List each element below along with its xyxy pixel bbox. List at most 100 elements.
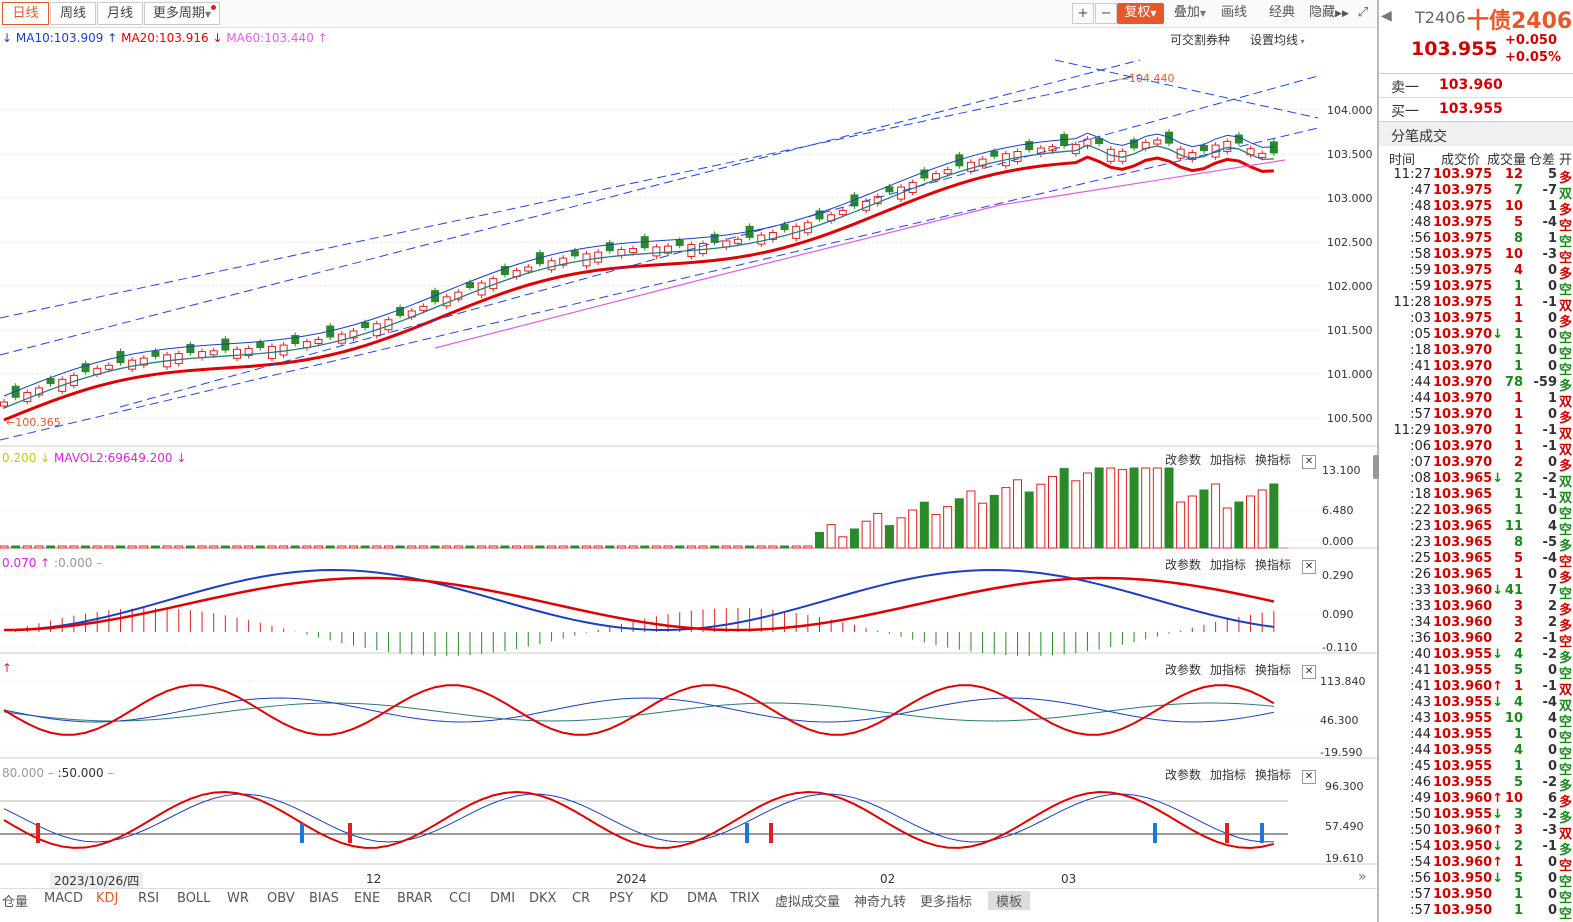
hide-button[interactable]: 隐藏▶▶ (1306, 3, 1352, 24)
tab-14[interactable]: PSY (609, 891, 633, 906)
fullscreen-icon[interactable]: ⤢ (1354, 3, 1372, 24)
y-tick-label: 19.610 (1325, 852, 1364, 865)
tab-1[interactable]: MACD (44, 891, 83, 906)
period-month-button[interactable]: 月线 (97, 2, 143, 25)
tick-oi: 5 (1547, 167, 1557, 182)
tick-oi: 2 (1547, 599, 1557, 614)
scroll-right-icon[interactable]: » (1358, 869, 1367, 885)
tick-row: :33 103.960↓ 41 7 空 (1379, 583, 1573, 602)
tab-19[interactable]: 神奇九转 (854, 891, 906, 910)
tick-row: :03 103.975 1 0 多 (1379, 311, 1573, 330)
tick-time: 11:27 (1393, 167, 1431, 182)
tick-price-value: 103.975 (1433, 263, 1493, 278)
tab-18[interactable]: 虚拟成交量 (775, 891, 840, 910)
tab-0[interactable]: 仓量 (2, 891, 28, 910)
overlay-button[interactable]: 叠加▼ (1168, 3, 1212, 24)
tab-21[interactable]: 模板 (988, 891, 1031, 910)
zoom-in-button[interactable]: + (1072, 3, 1094, 24)
tick-price: 103.955 (1433, 663, 1492, 678)
tab-4[interactable]: BOLL (177, 891, 210, 906)
tab-6[interactable]: OBV (267, 891, 295, 906)
tick-row: :43 103.955 10 4 空 (1379, 711, 1573, 730)
volume-bar (325, 545, 335, 549)
classic-button[interactable]: 经典 (1264, 3, 1300, 24)
col-volume: 成交量 (1487, 153, 1527, 168)
tick-oi: 0 (1547, 855, 1557, 870)
tick-volume: 4 (1513, 263, 1523, 278)
candle (337, 333, 346, 344)
tick-price-value: 103.970 (1433, 423, 1493, 438)
collapse-left-icon[interactable]: ◀ (1381, 8, 1392, 24)
volume-bar (11, 545, 21, 549)
down-arrow-icon: ↓ (1492, 871, 1504, 886)
draw-button[interactable]: 画线 (1216, 3, 1252, 24)
tab-3[interactable]: RSI (138, 891, 159, 906)
tick-time: :48 (1410, 199, 1431, 214)
adjust-label: 复权 (1124, 5, 1151, 20)
tick-volume: 10 (1504, 791, 1523, 806)
tab-2[interactable]: KDJ (96, 891, 118, 906)
splitter-handle[interactable] (1373, 455, 1379, 479)
volume-bar (34, 545, 44, 549)
tick-price-value: 103.955 (1433, 743, 1493, 758)
tab-9[interactable]: BRAR (397, 891, 432, 906)
ma60-line (434, 159, 1286, 349)
trend-channel (119, 75, 1319, 408)
tab-5[interactable]: WR (227, 891, 249, 906)
tab-12[interactable]: DKX (529, 891, 556, 906)
y-tick-label: 104.000 (1327, 104, 1373, 117)
adjust-button[interactable]: 复权▼ (1117, 3, 1164, 24)
tab-15[interactable]: KD (650, 891, 669, 906)
tick-oi: 0 (1547, 359, 1557, 374)
tick-price: 103.955↓ (1433, 647, 1503, 662)
tick-price-value: 103.970 (1433, 359, 1493, 374)
period-week-button[interactable]: 周线 (50, 2, 96, 25)
tick-volume: 12 (1504, 167, 1523, 182)
tick-price: 103.970 (1433, 407, 1492, 422)
tab-20[interactable]: 更多指标 (920, 891, 972, 910)
candle (524, 266, 533, 272)
tick-time: :46 (1410, 775, 1431, 790)
zoom-out-button[interactable]: − (1095, 3, 1117, 24)
tick-time: :44 (1410, 743, 1431, 758)
tick-price: 103.960↑ (1433, 679, 1503, 694)
volume-bar (1164, 467, 1174, 549)
tick-price: 103.965 (1433, 551, 1492, 566)
tick-price-value: 103.965 (1433, 567, 1493, 582)
volume-bar (500, 545, 510, 549)
chevron-down-icon: ▼ (204, 10, 212, 19)
y-tick-label: 102.500 (1327, 236, 1373, 249)
tab-10[interactable]: CCI (449, 891, 471, 906)
tick-row: :25 103.965 5 -4 空 (1379, 551, 1573, 570)
tick-volume: 1 (1513, 887, 1523, 902)
tab-17[interactable]: TRIX (730, 891, 760, 906)
tab-13[interactable]: CR (572, 891, 590, 906)
volume-bar (209, 545, 219, 549)
tick-row: 11:29 103.970 1 -1 双 (1379, 423, 1573, 442)
tick-volume: 1 (1513, 423, 1523, 438)
candle (209, 350, 218, 356)
tick-price-value: 103.955 (1433, 711, 1493, 726)
period-day-button[interactable]: 日线 (2, 2, 49, 25)
tick-price-value: 103.960 (1433, 599, 1493, 614)
candle (652, 246, 661, 257)
period-more-button[interactable]: 更多周期▼ (144, 2, 220, 25)
tick-time: :25 (1410, 551, 1431, 566)
tick-volume: 1 (1513, 759, 1523, 774)
tick-volume: 10 (1504, 247, 1523, 262)
tab-7[interactable]: BIAS (309, 891, 339, 906)
chart-canvas[interactable]: 104.000 103.500 103.000 102.500 102.000 101.5… (0, 28, 1377, 888)
tick-row: :18 103.970 1 0 空 (1379, 343, 1573, 362)
volume-bar (943, 506, 953, 549)
tab-16[interactable]: DMA (687, 891, 717, 906)
tick-oi: 6 (1547, 791, 1557, 806)
volume-bar (884, 525, 894, 549)
tick-volume: 1 (1513, 343, 1523, 358)
tab-11[interactable]: DMI (490, 891, 515, 906)
tick-time: :23 (1410, 519, 1431, 534)
tab-8[interactable]: ENE (354, 891, 380, 906)
candle (256, 342, 265, 349)
tick-time: :06 (1410, 439, 1431, 454)
y-tick-label: 96.300 (1325, 780, 1364, 793)
volume-bar (535, 545, 545, 549)
